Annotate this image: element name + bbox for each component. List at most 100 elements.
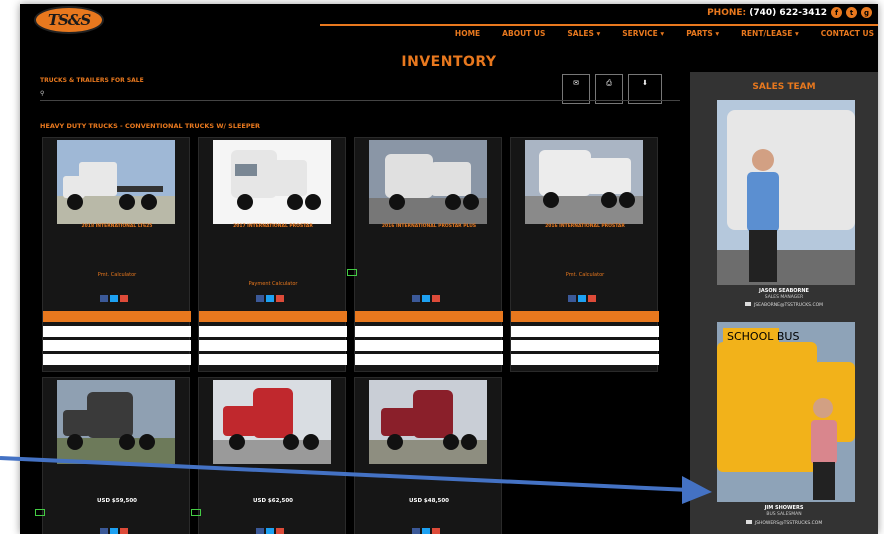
shipping-button[interactable]	[199, 340, 347, 351]
twitter-share-icon[interactable]	[578, 295, 586, 302]
truck-photo[interactable]	[369, 140, 487, 224]
new-badge	[35, 509, 45, 516]
nav-sales[interactable]: SALES ▾	[567, 29, 600, 38]
listing-title[interactable]: 2016 INTERNATIONAL PROSTAR	[513, 224, 657, 229]
truck-photo[interactable]	[213, 140, 331, 224]
view-details-button[interactable]	[355, 311, 503, 322]
phone-number[interactable]: PHONE: (740) 622-3412	[707, 8, 827, 18]
google-share-icon[interactable]	[432, 528, 440, 534]
twitter-share-icon[interactable]	[266, 528, 274, 534]
truck-photo[interactable]	[213, 380, 331, 464]
facebook-share-icon[interactable]	[412, 295, 420, 302]
nav-about-us[interactable]: ABOUT US	[502, 29, 545, 38]
listing-card: USD $62,500	[191, 377, 346, 534]
twitter-icon[interactable]: t	[846, 7, 857, 18]
view-details-button[interactable]	[43, 311, 191, 322]
nav-home[interactable]: HOME	[455, 29, 480, 38]
nav-service[interactable]: SERVICE ▾	[622, 29, 664, 38]
facebook-icon[interactable]: f	[831, 7, 842, 18]
shipping-button[interactable]	[355, 340, 503, 351]
financing-button[interactable]	[355, 326, 503, 337]
facebook-share-icon[interactable]	[256, 295, 264, 302]
google-share-icon[interactable]	[432, 295, 440, 302]
sales-team-sidebar: SALES TEAM JASON SEABORNE SALES MANAGER …	[690, 72, 878, 534]
listing-card: 2017 INTERNATIONAL PROSTAR Payment Calcu…	[198, 137, 347, 372]
facebook-share-icon[interactable]	[100, 295, 108, 302]
shipping-button[interactable]	[511, 340, 659, 351]
facebook-share-icon[interactable]	[568, 295, 576, 302]
team-member-email[interactable]: JSHOWERS@TSSTRUCKS.COM	[690, 520, 878, 526]
google-plus-icon[interactable]: g	[861, 7, 872, 18]
team-member-email-text: JSEABORNE@TSSTRUCKS.COM	[753, 303, 824, 308]
listing-title[interactable]: 2018 INTERNATIONAL LT625	[45, 224, 189, 229]
team-member-photo	[717, 100, 855, 285]
list-heading: TRUCKS & TRAILERS FOR SALE	[40, 77, 144, 84]
financing-button[interactable]	[199, 326, 347, 337]
nav-rent-lease[interactable]: RENT/LEASE ▾	[741, 29, 799, 38]
facebook-share-icon[interactable]	[412, 528, 420, 534]
sidebar-title: SALES TEAM	[752, 82, 816, 92]
facebook-share-icon[interactable]	[256, 528, 264, 534]
page-title: INVENTORY	[401, 54, 497, 70]
warranty-button[interactable]	[199, 354, 347, 365]
google-share-icon[interactable]	[120, 295, 128, 302]
payment-calculator-link[interactable]: Pmt. Calculator	[45, 272, 189, 278]
phone-value: (740) 622-3412	[749, 7, 827, 18]
warranty-button[interactable]	[43, 354, 191, 365]
new-badge	[347, 269, 357, 276]
facebook-share-icon[interactable]	[100, 528, 108, 534]
share-buttons	[256, 528, 284, 534]
team-member-name: JIM SHOWERS	[764, 505, 804, 511]
screenshot-stage: TS&S PHONE: (740) 622-3412 f t g HOME AB…	[0, 0, 884, 534]
share-buttons	[412, 295, 440, 302]
warranty-button[interactable]	[355, 354, 503, 365]
view-details-button[interactable]	[511, 311, 659, 322]
share-buttons	[256, 295, 284, 302]
category-heading: HEAVY DUTY TRUCKS - CONVENTIONAL TRUCKS …	[40, 122, 261, 130]
truck-photo[interactable]	[57, 140, 175, 224]
download-icon: ⬇	[642, 79, 648, 87]
listing-title[interactable]: 2017 INTERNATIONAL PROSTAR	[201, 224, 345, 229]
view-details-button[interactable]	[199, 311, 347, 322]
truck-photo[interactable]	[57, 380, 175, 464]
twitter-share-icon[interactable]	[422, 295, 430, 302]
section-divider	[40, 100, 680, 101]
envelope-icon	[745, 520, 752, 524]
twitter-share-icon[interactable]	[422, 528, 430, 534]
shipping-button[interactable]	[43, 340, 191, 351]
payment-calculator-link[interactable]: Pmt. Calculator	[513, 272, 657, 278]
google-share-icon[interactable]	[588, 295, 596, 302]
nav-contact-us[interactable]: CONTACT US	[821, 29, 874, 38]
twitter-share-icon[interactable]	[110, 528, 118, 534]
share-buttons	[568, 295, 596, 302]
payment-calculator-link[interactable]: Payment Calculator	[201, 281, 345, 287]
twitter-share-icon[interactable]	[110, 295, 118, 302]
team-member-name: JASON SEABORNE	[759, 288, 809, 294]
financing-button[interactable]	[511, 326, 659, 337]
main-nav: HOME ABOUT US SALES ▾ SERVICE ▾ PARTS ▾ …	[455, 29, 874, 38]
listing-card: USD $48,500	[354, 377, 502, 534]
site-logo[interactable]: TS&S	[34, 6, 104, 34]
search-icon[interactable]: ⚲	[40, 90, 44, 97]
truck-photo[interactable]	[369, 380, 487, 464]
email-icon: ✉	[573, 79, 579, 87]
google-share-icon[interactable]	[276, 528, 284, 534]
school-bus-sign: SCHOOL BUS	[727, 330, 799, 343]
share-buttons	[100, 528, 128, 534]
truck-photo[interactable]	[525, 140, 643, 224]
print-icon: ⎙	[606, 79, 612, 87]
financing-button[interactable]	[43, 326, 191, 337]
warranty-button[interactable]	[511, 354, 659, 365]
twitter-share-icon[interactable]	[266, 295, 274, 302]
share-buttons	[100, 295, 128, 302]
team-member-email-text: JSHOWERS@TSSTRUCKS.COM	[754, 521, 823, 526]
listing-card: 2016 INTERNATIONAL PROSTAR Pmt. Calculat…	[510, 137, 659, 372]
header-contact: PHONE: (740) 622-3412 f t g	[707, 7, 872, 18]
listing-price: USD $62,500	[253, 498, 293, 504]
listing-title[interactable]: 2016 INTERNATIONAL PROSTAR PLUS	[357, 224, 501, 229]
team-member-email[interactable]: JSEABORNE@TSSTRUCKS.COM	[690, 302, 878, 308]
google-share-icon[interactable]	[276, 295, 284, 302]
google-share-icon[interactable]	[120, 528, 128, 534]
nav-parts[interactable]: PARTS ▾	[686, 29, 719, 38]
dealer-website: TS&S PHONE: (740) 622-3412 f t g HOME AB…	[20, 4, 878, 534]
